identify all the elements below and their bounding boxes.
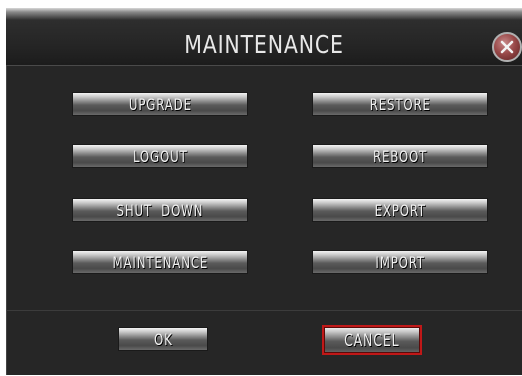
maintenance-dialog: MAINTENANCE UPGRADE RESTORE LOGOUT REBOO… xyxy=(0,0,522,376)
cancel-button[interactable]: CANCEL xyxy=(322,325,422,355)
restore-button[interactable]: RESTORE xyxy=(312,92,488,116)
upgrade-label: UPGRADE xyxy=(128,95,192,114)
reboot-button[interactable]: REBOOT xyxy=(312,144,488,168)
close-button[interactable] xyxy=(492,32,522,62)
import-label: IMPORT xyxy=(375,253,425,272)
shutdown-label: SHUT DOWN xyxy=(116,201,204,220)
maintenance-button[interactable]: MAINTENANCE xyxy=(72,250,248,274)
maintenance-label: MAINTENANCE xyxy=(112,253,208,272)
dialog-title: MAINTENANCE xyxy=(184,30,344,59)
logout-label: LOGOUT xyxy=(132,147,188,166)
logout-button[interactable]: LOGOUT xyxy=(72,144,248,168)
upgrade-button[interactable]: UPGRADE xyxy=(72,92,248,116)
ok-label: OK xyxy=(153,330,173,349)
ok-button[interactable]: OK xyxy=(118,327,208,351)
restore-label: RESTORE xyxy=(369,95,431,114)
title-bar: MAINTENANCE xyxy=(6,8,522,66)
import-button[interactable]: IMPORT xyxy=(312,250,488,274)
cancel-label: CANCEL xyxy=(344,331,400,351)
export-button[interactable]: EXPORT xyxy=(312,198,488,222)
close-x-icon xyxy=(500,40,514,54)
export-label: EXPORT xyxy=(374,201,426,220)
footer-bar xyxy=(6,310,522,375)
reboot-label: REBOOT xyxy=(372,147,428,166)
shutdown-button[interactable]: SHUT DOWN xyxy=(72,198,248,222)
